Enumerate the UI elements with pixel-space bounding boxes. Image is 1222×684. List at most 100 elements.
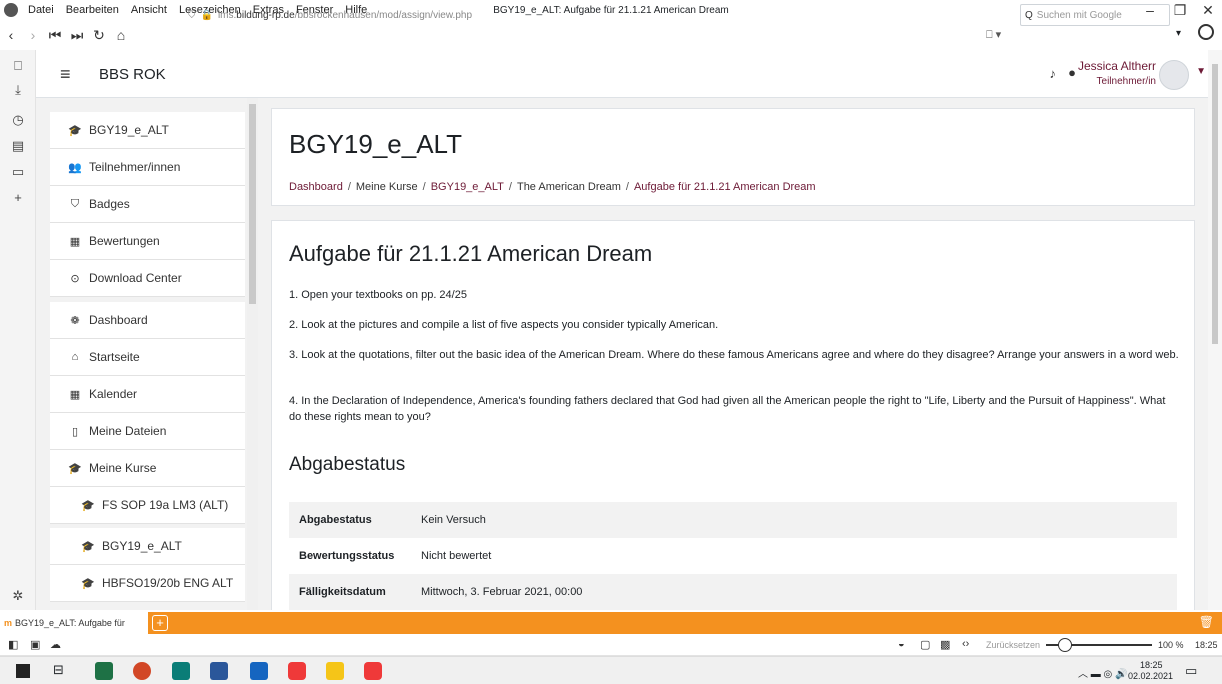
menu-bearbeiten[interactable]: Bearbeiten [66, 4, 119, 16]
word-icon[interactable] [210, 662, 228, 680]
status-value: Kein Versuch [421, 514, 486, 526]
downloads-panel-icon[interactable]: ⤓ [9, 82, 27, 98]
url-domain: bildung-rp.de [236, 9, 295, 21]
drawer-item-dashboard[interactable]: ❁ Dashboard [50, 302, 245, 339]
mail-icon[interactable] [250, 662, 268, 680]
tab-active[interactable]: m BGY19_e_ALT: Aufgabe für [0, 612, 148, 634]
tray-time[interactable]: 18:25 [1140, 660, 1163, 670]
scrollbar-thumb[interactable] [249, 104, 256, 304]
drawer-item-label: Bewertungen [89, 234, 160, 248]
zoom-level[interactable]: 100 % [1158, 640, 1184, 650]
page-scrollbar[interactable] [1208, 50, 1222, 610]
shield-icon[interactable]: ⛉ [188, 10, 196, 21]
bookmark-icon[interactable]: ⎕ ▾ [986, 28, 1001, 42]
notification-icon[interactable]: ▭ [1185, 663, 1197, 679]
calendar-icon: ▦ [69, 388, 81, 401]
settings-gear-icon[interactable]: ✲ [9, 588, 27, 604]
vivaldi-logo-icon[interactable] [4, 3, 18, 17]
drawer-item-course-hbfso[interactable]: 🎓 HBFSO19/20b ENG ALT [50, 565, 245, 602]
moodle-favicon-icon: m [4, 618, 13, 628]
drawer-item-calendar[interactable]: ▦ Kalender [50, 376, 245, 413]
code-icon[interactable]: ‹› [962, 638, 969, 650]
excel-icon[interactable] [95, 662, 113, 680]
drawer-item-my-files[interactable]: ▯ Meine Dateien [50, 413, 245, 450]
chat-icon[interactable]: ● [1068, 65, 1076, 80]
tab-tiling-icon[interactable]: ▣ [30, 638, 40, 651]
drawer-item-label: Teilnehmer/innen [89, 160, 181, 174]
scrollbar-thumb[interactable] [1212, 64, 1218, 344]
zoom-slider-handle[interactable] [1058, 638, 1072, 652]
assignment-card: Aufgabe für 21.1.21 American Dream 1. Op… [271, 220, 1195, 610]
site-header: ≡ BBS ROK ♪ ● Jessica Altherr Teilnehmer… [36, 50, 1216, 98]
forward-icon[interactable]: › [22, 27, 44, 43]
drawer-item-grades[interactable]: ▦ Bewertungen [50, 223, 245, 260]
drawer-item-home[interactable]: ⌂ Startseite [50, 339, 245, 376]
window-panel-icon[interactable]: ▭ [9, 164, 27, 180]
drawer-item-label: Badges [89, 197, 130, 211]
search-placeholder: Suchen mit Google [1036, 9, 1122, 21]
address-bar[interactable]: ⛉ 🔒 lms. bildung-rp.de/bbsrockenhausen/mo… [188, 4, 988, 26]
image-icon[interactable]: ▩ [940, 638, 950, 651]
page-tiling-icon[interactable]: ▢ [920, 638, 930, 651]
sync-icon[interactable]: ◒ [898, 638, 905, 650]
panel-toggle-icon[interactable]: ◧ [8, 638, 18, 651]
vivaldi-icon[interactable] [288, 662, 306, 680]
hamburger-menu-icon[interactable]: ≡ [60, 64, 71, 85]
course-title: BGY19_e_ALT [289, 129, 462, 159]
breadcrumb-assignment[interactable]: Aufgabe für 21.1.21 American Dream [634, 181, 816, 193]
drawer-scrollbar[interactable] [247, 98, 258, 610]
zoom-reset[interactable]: Zurücksetzen [986, 640, 1040, 650]
drawer-item-course-fs-sop[interactable]: 🎓 FS SOP 19a LM3 (ALT) [50, 487, 245, 524]
drawer-item-course[interactable]: 🎓 BGY19_e_ALT [50, 112, 245, 149]
bookmarks-panel-icon[interactable]: ⎕ [9, 58, 27, 74]
home-icon[interactable]: ⌂ [110, 27, 132, 43]
notes-panel-icon[interactable]: ▤ [9, 138, 27, 154]
profile-icon[interactable] [1198, 24, 1214, 40]
tray-icons[interactable]: ︿ ▬ ◎ 🔊 [1078, 665, 1128, 680]
breadcrumb-section[interactable]: The American Dream [517, 181, 621, 193]
user-role: Teilnehmer/in [1096, 76, 1156, 87]
menu-datei[interactable]: Datei [28, 4, 54, 16]
trash-icon[interactable]: 🗑 [1199, 615, 1214, 629]
rewind-icon[interactable]: ⏮ [44, 27, 66, 44]
drawer-item-download-center[interactable]: ⊙ Download Center [50, 260, 245, 297]
breadcrumb-dashboard[interactable]: Dashboard [289, 181, 343, 193]
breadcrumb-course[interactable]: BGY19_e_ALT [431, 181, 504, 193]
drawer-item-label: Download Center [89, 271, 182, 285]
avatar[interactable] [1159, 60, 1189, 90]
cloud-icon[interactable]: ☁ [50, 638, 61, 651]
task-view-icon[interactable]: ⊟ [53, 662, 64, 678]
assignment-title: Aufgabe für 21.1.21 American Dream [289, 241, 653, 266]
status-value: Nicht bewertet [421, 550, 492, 562]
maximize-icon[interactable]: ❐ [1170, 2, 1190, 19]
drawer-item-participants[interactable]: 👥 Teilnehmer/innen [50, 149, 245, 186]
tray-date[interactable]: 02.02.2021 [1128, 671, 1173, 681]
back-icon[interactable]: ‹ [0, 27, 22, 43]
windows-start-icon[interactable] [16, 664, 30, 678]
site-name[interactable]: BBS ROK [99, 66, 166, 83]
close-icon[interactable]: ✕ [1198, 2, 1218, 19]
drawer-item-my-courses[interactable]: 🎓 Meine Kurse [50, 450, 245, 487]
reload-icon[interactable]: ↻ [88, 27, 110, 44]
bell-icon[interactable]: ♪ [1050, 66, 1057, 81]
chevron-down-icon[interactable]: ▼ [1196, 66, 1206, 77]
status-bar: ◧ ▣ ☁ ◒ ▢ ▩ ‹› Zurücksetzen 100 % 18:25 [0, 634, 1222, 656]
fast-forward-icon[interactable]: ⏭ [66, 27, 88, 44]
vivaldi-icon[interactable] [364, 662, 382, 680]
add-panel-icon[interactable]: + [9, 190, 27, 205]
instruction-2: 2. Look at the pictures and compile a li… [289, 319, 719, 331]
powerpoint-icon[interactable] [133, 662, 151, 680]
user-menu[interactable]: Jessica Altherr Teilnehmer/in [1078, 58, 1156, 90]
drawer-item-course-bgy19[interactable]: 🎓 BGY19_e_ALT [50, 528, 245, 565]
shield-icon: ⛉ [70, 197, 80, 210]
drawer-item-badges[interactable]: ⛉ Badges [50, 186, 245, 223]
file-explorer-icon[interactable] [326, 662, 344, 680]
user-name[interactable]: Jessica Altherr [1078, 58, 1156, 74]
download-icon: ⊙ [70, 272, 80, 285]
search-dropdown-icon[interactable]: ▾ [1176, 28, 1181, 39]
publisher-icon[interactable] [172, 662, 190, 680]
search-input[interactable]: Q Suchen mit Google [1020, 4, 1170, 26]
menu-ansicht[interactable]: Ansicht [131, 4, 167, 16]
history-panel-icon[interactable]: ◷ [9, 112, 27, 128]
new-tab-icon[interactable]: + [152, 615, 168, 631]
